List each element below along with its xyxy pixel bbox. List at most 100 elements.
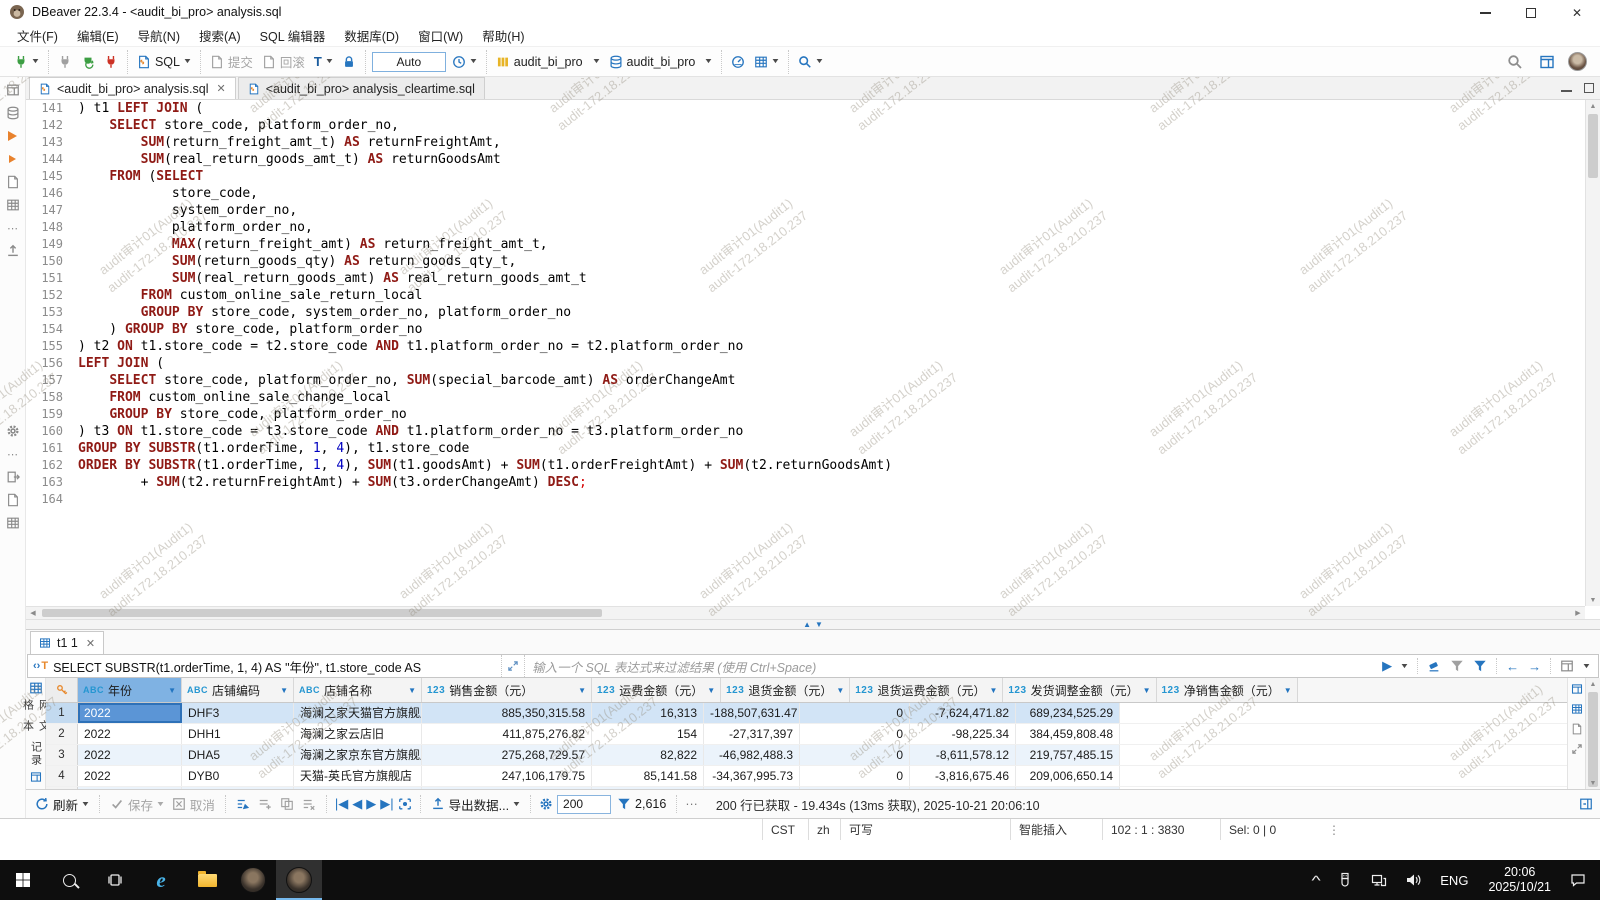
calc-panel-icon[interactable] [1571, 703, 1583, 715]
sql-editor[interactable]: 141) t1 LEFT JOIN (142 SELECT store_code… [26, 100, 1600, 619]
grid-cell[interactable]: 海澜之家天猫官方旗舰店 [294, 703, 422, 723]
row-number[interactable]: 2 [46, 724, 78, 744]
compare-button[interactable]: ▼ [751, 50, 782, 74]
grid-cell[interactable]: 209,006,650.14 [1016, 766, 1120, 786]
panel-toggle-icon[interactable] [1560, 659, 1574, 673]
transaction-mode-combo[interactable]: Auto [372, 52, 446, 72]
collapse-down-icon[interactable]: ▼ [815, 621, 823, 629]
duplicate-row-button[interactable] [278, 797, 296, 811]
grid-cell[interactable]: 689,234,525.29 [1016, 703, 1120, 723]
taskbar-search-button[interactable] [46, 860, 92, 900]
minimize-button[interactable] [1462, 0, 1508, 26]
results-tab[interactable]: t1 1 ✕ [30, 631, 104, 654]
column-header-6[interactable]: 123退货运费金额（元）▼ [850, 678, 1003, 702]
script-grid-icon[interactable] [4, 197, 22, 213]
menu-item-4[interactable]: SQL 编辑器 [251, 24, 336, 47]
column-filter-icon[interactable]: ▼ [1143, 686, 1151, 695]
edit-filter-icon[interactable] [1450, 659, 1464, 673]
dashboard-button[interactable] [728, 50, 748, 74]
metadata-panel-icon[interactable] [1571, 723, 1583, 735]
grid-cell[interactable]: 411,875,276.82 [422, 724, 592, 744]
grid-cell[interactable]: 154 [592, 724, 704, 744]
grid-cell[interactable]: 16,313 [592, 703, 704, 723]
focus-row-icon[interactable] [398, 797, 412, 811]
grid-cell[interactable]: 2022 [78, 787, 182, 789]
column-header-5[interactable]: 123退货金额（元）▼ [721, 678, 850, 702]
column-header-3[interactable]: 123销售金额（元）▼ [422, 678, 592, 702]
schema-selector[interactable]: audit_bi_pro▼ [606, 50, 716, 74]
menu-item-5[interactable]: 数据库(D) [335, 24, 409, 47]
history-forward-icon[interactable]: → [1528, 659, 1541, 674]
column-header-0[interactable]: ABC年份▼ [78, 678, 182, 702]
filter-dropdown-icon[interactable]: ▼ [1400, 663, 1410, 670]
column-filter-icon[interactable]: ▼ [280, 686, 288, 695]
grid-vertical-scrollbar[interactable]: ▲ ▼ [1585, 678, 1600, 789]
references-panel-icon[interactable] [1571, 743, 1583, 755]
grid-cell[interactable]: -98,225.34 [910, 724, 1016, 744]
disconnect-button[interactable] [101, 50, 121, 74]
connection-selector[interactable]: audit_bi_pro▼ [493, 50, 603, 74]
record-mode-icon[interactable] [30, 771, 42, 783]
explain-plan-icon[interactable] [4, 174, 22, 190]
grid-cell[interactable]: DHE9 [182, 787, 294, 789]
menu-item-1[interactable]: 编辑(E) [68, 24, 129, 47]
column-header-1[interactable]: ABC店铺编码▼ [182, 678, 294, 702]
maximize-button[interactable] [1508, 0, 1554, 26]
grid-cell[interactable]: -34,367,995.73 [704, 766, 800, 786]
database-navigator-icon[interactable] [4, 105, 22, 121]
export-result-icon[interactable] [4, 469, 22, 485]
column-filter-icon[interactable]: ▼ [578, 686, 586, 695]
filter-input[interactable]: 输入一个 SQL 表达式来过滤结果 (使用 Ctrl+Space) [525, 657, 1374, 676]
column-header-8[interactable]: 123净销售金额（元）▼ [1157, 678, 1298, 702]
row-number[interactable]: 1 [46, 703, 78, 723]
delete-row-button[interactable] [300, 797, 318, 811]
commit-button[interactable]: 提交 [207, 50, 256, 74]
filter-more-icon[interactable]: ▼ [1582, 663, 1592, 670]
editor-tab-0[interactable]: <audit_bi_pro> analysis.sql✕ [29, 77, 236, 99]
file-explorer-button[interactable] [184, 860, 230, 900]
grid-view-icon[interactable] [29, 681, 43, 695]
apply-filter-icon[interactable]: ▶ [1382, 658, 1392, 674]
grid-cell[interactable]: -188,507,631.47 [704, 703, 800, 723]
grid-cell[interactable]: 海澜之家京东官方旗舰店 [294, 745, 422, 765]
new-connection-button[interactable]: ▼ [11, 50, 42, 74]
next-page-icon[interactable]: ▶ [366, 796, 376, 812]
start-button[interactable] [0, 860, 46, 900]
prev-page-icon[interactable]: ◀ [352, 796, 362, 812]
column-header-7[interactable]: 123发货调整金额（元）▼ [1003, 678, 1156, 702]
speaker-icon[interactable] [1396, 860, 1430, 900]
column-filter-icon[interactable]: ▼ [707, 686, 715, 695]
value-panel-icon[interactable] [1571, 683, 1583, 695]
action-center-icon[interactable] [1561, 860, 1600, 900]
more-settings-icon[interactable]: ⋯ [4, 446, 22, 462]
language-indicator[interactable]: ENG [1430, 873, 1478, 888]
toggle-panel-icon[interactable] [1579, 797, 1593, 811]
grid-cell[interactable]: -7,624,471.82 [910, 703, 1016, 723]
grid-cell[interactable]: 2022 [78, 766, 182, 786]
rollback-button[interactable]: 回滚 [259, 50, 308, 74]
refresh-button[interactable]: 刷新▼ [33, 795, 91, 814]
grid-cell[interactable]: -8,611,578.12 [910, 745, 1016, 765]
grid-cell[interactable]: 885,350,315.58 [422, 703, 592, 723]
app-button-1[interactable] [230, 860, 276, 900]
quick-search-button[interactable] [1504, 50, 1526, 74]
lock-button[interactable] [339, 50, 359, 74]
tx-timer-button[interactable]: ▼ [449, 50, 480, 74]
expand-filter-icon[interactable] [501, 655, 525, 677]
grid-cell[interactable]: 275,268,729.57 [422, 745, 592, 765]
close-button[interactable]: ✕ [1554, 0, 1600, 26]
grid-cell[interactable]: 85,141.58 [592, 766, 704, 786]
column-header-2[interactable]: ABC店铺名称▼ [294, 678, 422, 702]
taskbar-clock[interactable]: 20:06 2025/10/21 [1478, 865, 1561, 895]
fetch-size-input[interactable]: 200 [557, 795, 611, 814]
maximize-editor-icon[interactable] [1584, 83, 1594, 93]
menu-item-2[interactable]: 导航(N) [129, 24, 190, 47]
grid-cell[interactable]: 2022 [78, 745, 182, 765]
grid-cell[interactable]: 340 [592, 787, 704, 789]
grid-cell[interactable]: 82,822 [592, 745, 704, 765]
record-mode-label[interactable]: 记录 [28, 741, 44, 767]
menu-item-6[interactable]: 窗口(W) [409, 24, 473, 47]
transaction-log-button[interactable]: T▼ [311, 50, 336, 74]
execute-script-icon[interactable] [4, 151, 22, 167]
grid-cell[interactable]: -27,317,397 [704, 724, 800, 744]
